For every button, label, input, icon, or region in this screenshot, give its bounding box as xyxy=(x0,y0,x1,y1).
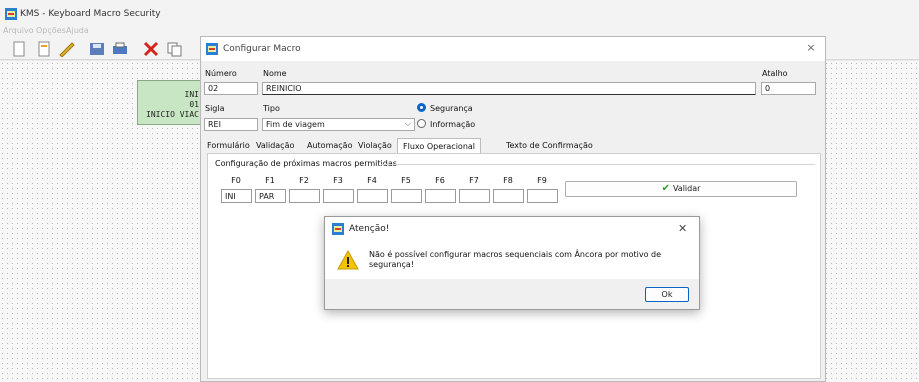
alert-footer xyxy=(325,279,699,309)
atalho-field[interactable]: 0 xyxy=(761,82,816,95)
fkey-label: F9 xyxy=(537,176,547,185)
radio-seguranca[interactable] xyxy=(417,103,426,112)
main-titlebar: KMS - Keyboard Macro Security xyxy=(0,0,919,26)
menu-arquivo[interactable]: Arquivo xyxy=(3,26,34,35)
node-name: INICIO VIAC xyxy=(146,110,199,119)
menu-ajuda[interactable]: Ajuda xyxy=(66,26,89,35)
chevron-down-icon: ⌵ xyxy=(404,119,411,128)
sigla-field[interactable]: REI xyxy=(204,118,258,131)
fkey-field-f1[interactable]: PAR xyxy=(255,189,286,203)
validar-label: Validar xyxy=(672,184,701,193)
app-icon xyxy=(5,8,17,20)
fkey-label: F3 xyxy=(333,176,343,185)
new-file-icon[interactable] xyxy=(10,41,28,57)
config-macro-dialog: Configurar Macro × Número Nome Atalho 02… xyxy=(200,36,826,382)
dialog-app-icon xyxy=(206,43,218,55)
fkey-label: F1 xyxy=(265,176,275,185)
alert-app-icon xyxy=(332,223,344,235)
fkey-field-f8[interactable] xyxy=(493,189,524,203)
tipo-label: Tipo xyxy=(263,104,280,113)
delete-icon[interactable] xyxy=(142,41,160,57)
fkey-label: F0 xyxy=(231,176,241,185)
ok-button[interactable]: Ok xyxy=(645,287,689,302)
fkey-label: F5 xyxy=(401,176,411,185)
tipo-select[interactable]: Fim de viagem ⌵ xyxy=(262,118,415,131)
close-icon[interactable]: × xyxy=(804,41,818,55)
numero-field[interactable]: 02 xyxy=(204,82,258,95)
save-icon[interactable] xyxy=(88,41,106,57)
alert-dialog: Atenção! ✕ Não é possível configurar mac… xyxy=(324,216,700,310)
fkey-label: F4 xyxy=(367,176,377,185)
radio-informacao[interactable] xyxy=(417,119,426,128)
fkey-field-f6[interactable] xyxy=(425,189,456,203)
app-title: KMS - Keyboard Macro Security xyxy=(20,9,161,19)
fkey-field-f9[interactable] xyxy=(527,189,558,203)
check-icon: ✔ xyxy=(661,183,670,194)
tipo-value: Fim de viagem xyxy=(266,120,325,129)
fkey-field-f2[interactable] xyxy=(289,189,320,203)
dialog-title: Configurar Macro xyxy=(223,44,301,54)
validar-button[interactable]: ✔ Validar xyxy=(565,181,797,197)
group-title: Configuração de próximas macros permitid… xyxy=(215,159,397,168)
fkey-field-f3[interactable] xyxy=(323,189,354,203)
dialog-titlebar: Configurar Macro × xyxy=(201,37,825,61)
tab-validacao[interactable]: Validação xyxy=(251,138,299,154)
fkey-label: F6 xyxy=(435,176,445,185)
warning-icon xyxy=(337,250,359,270)
node-number: 01 xyxy=(189,100,199,109)
fkey-field-f7[interactable] xyxy=(459,189,490,203)
numero-label: Número xyxy=(205,69,237,78)
tab-texto-confirmacao[interactable]: Texto de Confirmação xyxy=(501,138,598,154)
fkey-field-f4[interactable] xyxy=(357,189,388,203)
node-sigla: INI xyxy=(184,90,199,99)
tab-fluxo-operacional[interactable]: Fluxo Operacional xyxy=(397,138,482,154)
sigla-label: Sigla xyxy=(205,104,225,113)
fkey-field-f0[interactable]: INI xyxy=(221,189,252,203)
menu-opcoes[interactable]: Opções xyxy=(36,26,66,35)
radio-seguranca-label: Segurança xyxy=(430,104,473,113)
alert-message: Não é possível configurar macros sequenc… xyxy=(369,250,662,269)
macro-node-ini[interactable]: INI 01 INICIO VIAC xyxy=(137,80,203,125)
fkey-field-f5[interactable] xyxy=(391,189,422,203)
tab-formulario[interactable]: Formulário xyxy=(202,138,255,154)
atalho-label: Atalho xyxy=(762,69,788,78)
nome-field[interactable]: REINICIO xyxy=(262,82,756,95)
edit-icon[interactable] xyxy=(58,41,76,57)
radio-informacao-label: Informação xyxy=(430,120,476,129)
tab-automacao[interactable]: Automação xyxy=(302,138,357,154)
fkey-label: F2 xyxy=(299,176,309,185)
macro-canvas-right[interactable] xyxy=(824,61,919,382)
alert-title: Atenção! xyxy=(349,224,390,234)
nome-label: Nome xyxy=(263,69,287,78)
print-icon[interactable] xyxy=(111,41,129,57)
fkey-label: F8 xyxy=(503,176,513,185)
group-divider xyxy=(381,164,815,165)
fkey-label: F7 xyxy=(469,176,479,185)
close-icon[interactable]: ✕ xyxy=(678,222,687,235)
copy-icon[interactable] xyxy=(166,41,184,57)
tab-violacao[interactable]: Violação xyxy=(353,138,397,154)
new-doc-icon[interactable] xyxy=(35,41,53,57)
